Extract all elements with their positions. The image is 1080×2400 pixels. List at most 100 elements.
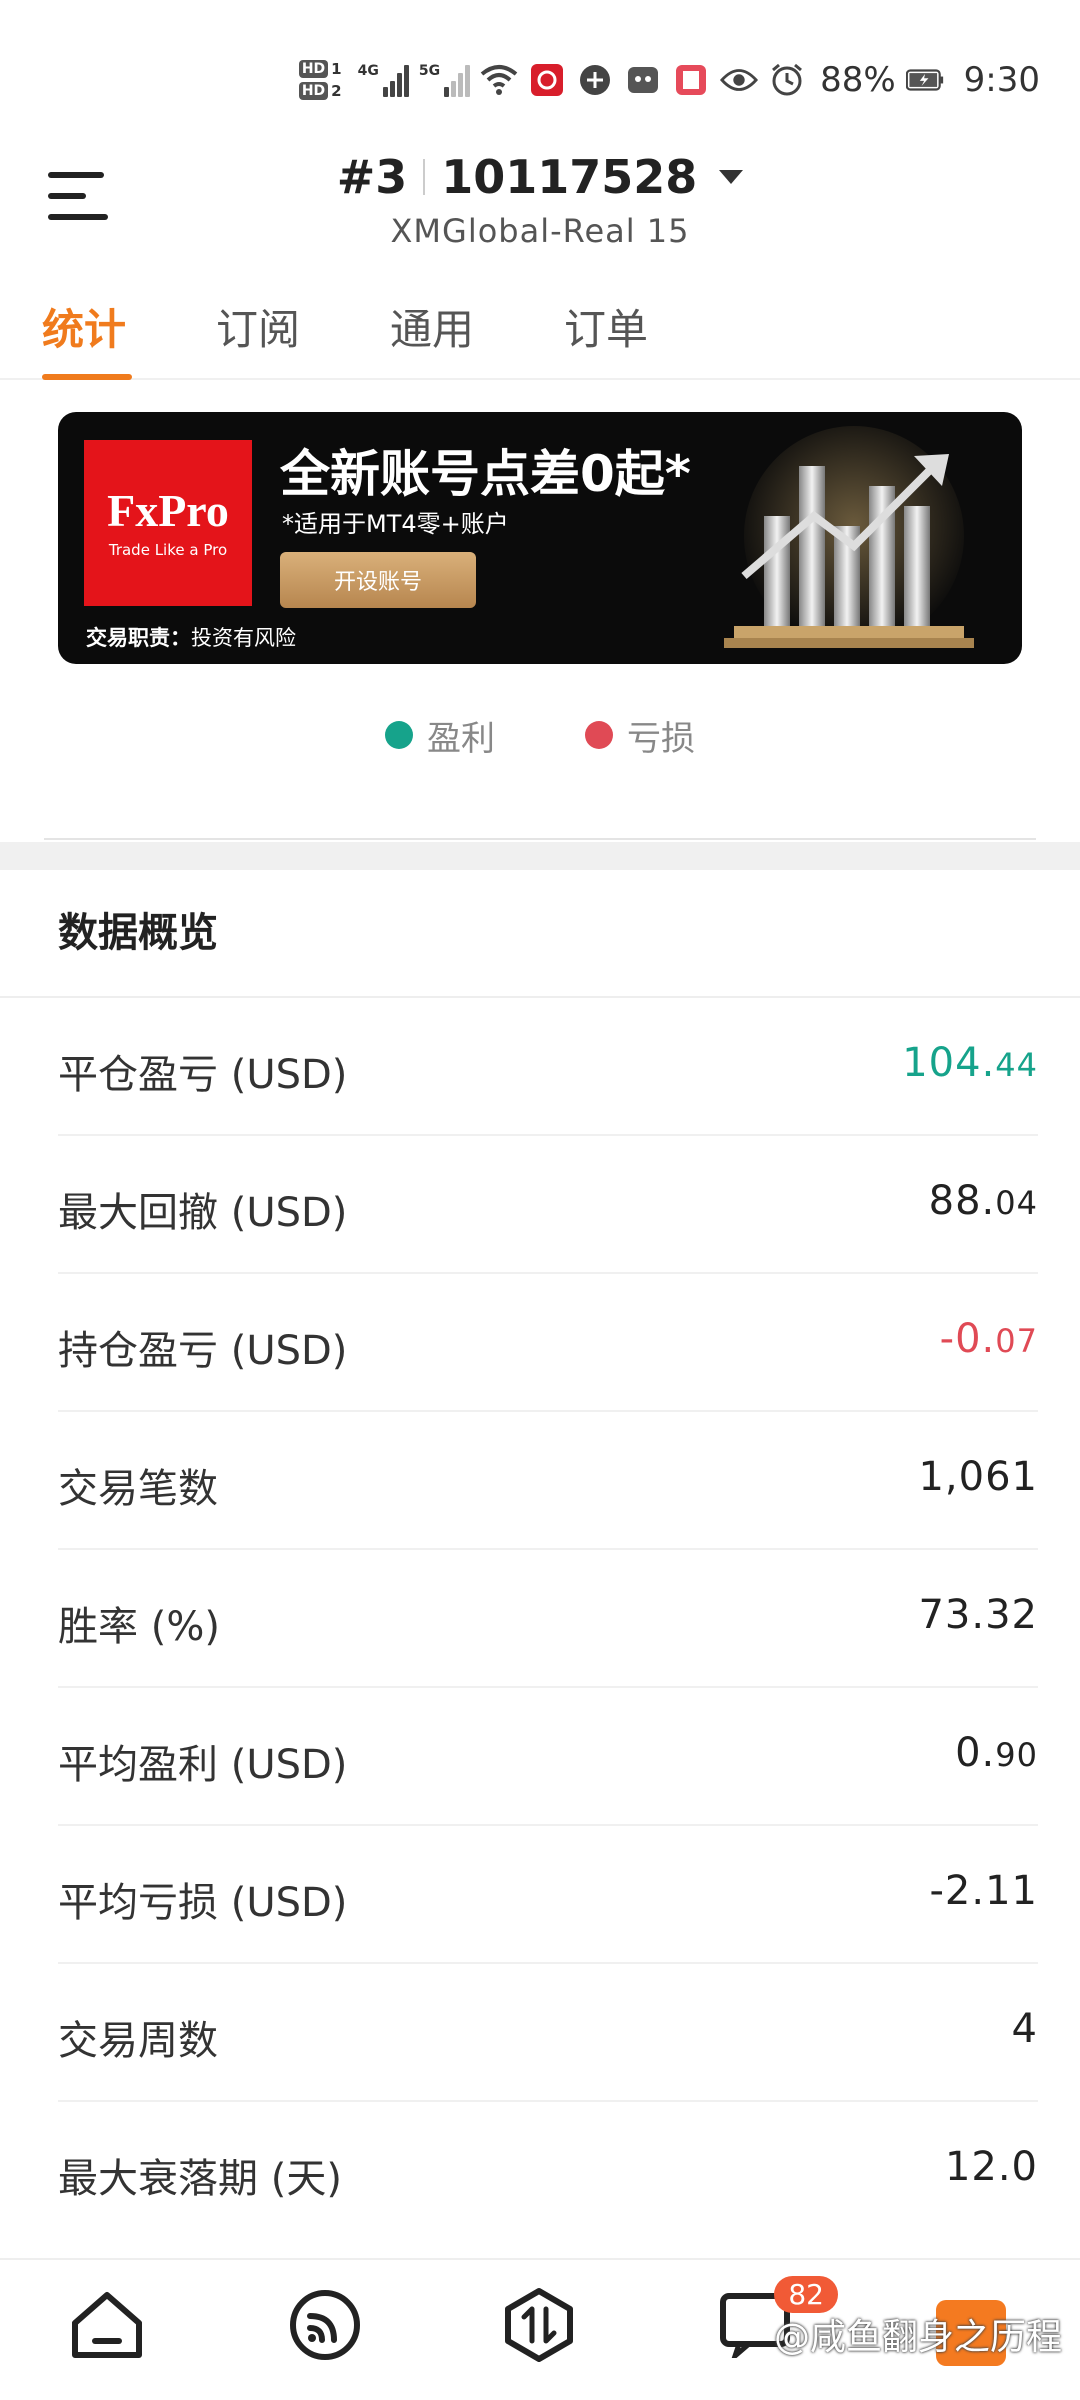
open-account-button[interactable]: 开设账号: [280, 552, 476, 608]
stat-value: -0.07: [940, 1316, 1038, 1362]
stat-row-win-rate: 胜率 (%) 73.32: [58, 1550, 1038, 1688]
hd1-label: HD: [298, 60, 329, 78]
net1-label: 4G: [357, 63, 379, 79]
stat-row-max-decline-period: 最大衰落期 (天) 12.0: [58, 2102, 1038, 2240]
app-notification-icon: [624, 61, 662, 99]
stat-value-main: 104.: [902, 1040, 996, 1086]
legend-loss[interactable]: 亏损: [585, 700, 695, 770]
stat-label: 最大回撤 (USD): [58, 1190, 348, 1236]
stat-value: 4: [1012, 2006, 1038, 2052]
brand-tagline: Trade Like a Pro: [108, 541, 228, 559]
hd2-label: HD: [298, 82, 329, 100]
stat-value-main: 1,061: [918, 1454, 1038, 1500]
account-separator: [423, 159, 426, 195]
stat-row-max-drawdown: 最大回撤 (USD) 88.04: [58, 1136, 1038, 1274]
tab-bar: 统计 订阅 通用 订单: [0, 290, 1080, 380]
stat-value-decimals: 07: [995, 1322, 1038, 1360]
stat-label: 交易笔数: [58, 1466, 218, 1512]
account-dropdown[interactable]: #3 10117528: [337, 150, 744, 204]
legend-profit-label: 盈利: [427, 718, 495, 759]
banner-subtitle: *适用于MT4零+账户: [282, 510, 509, 538]
stat-value-main: 0.: [955, 1730, 996, 1776]
status-bar: HD 1 HD 2 4G 5G 88% 9:30: [0, 0, 1080, 150]
banner-risk-note: 交易职责：投资有风险: [86, 622, 296, 652]
stat-value-decimals: 04: [995, 1184, 1038, 1222]
hd1-number: 1: [331, 60, 342, 78]
account-index: #3: [336, 150, 408, 204]
stat-row-open-pnl: 持仓盈亏 (USD) -0.07: [58, 1274, 1038, 1412]
tab-orders[interactable]: 订单: [564, 296, 648, 357]
stat-value-main: 4: [1011, 2006, 1038, 2052]
tab-general[interactable]: 通用: [390, 296, 474, 357]
app-notification-icon: [528, 61, 566, 99]
stat-value: 0.90: [955, 1730, 1038, 1776]
app-notification-icon: [576, 61, 614, 99]
watermark-text: @咸鱼翻身之历程: [773, 2317, 1062, 2358]
active-tab-indicator: [42, 374, 132, 380]
stat-label: 交易周数: [58, 2018, 218, 2064]
fxpro-logo: FxPro Trade Like a Pro: [84, 440, 252, 606]
hd2-number: 2: [331, 82, 342, 100]
net2-label: 5G: [418, 63, 441, 79]
battery-charging-icon: [905, 61, 944, 99]
feed-icon: [290, 2290, 360, 2360]
stat-value-main: 88.: [928, 1178, 996, 1224]
stat-value-main: 12.0: [944, 2144, 1038, 2190]
nav-home-icon[interactable]: [64, 2282, 150, 2368]
signal-4g-icon: 4G: [358, 63, 409, 97]
banner-title: 全新账号点差0起*: [280, 445, 691, 503]
bar-chart-illustration-icon: [724, 426, 974, 648]
account-number: 10117528: [441, 150, 698, 204]
stat-value: -2.11: [930, 1868, 1039, 1914]
stat-value: 12.0: [945, 2144, 1038, 2190]
eye-icon: [720, 61, 759, 99]
tab-subscriptions[interactable]: 订阅: [216, 296, 300, 357]
clock-time: 9:30: [963, 60, 1040, 100]
stat-label: 平均亏损 (USD): [58, 1880, 348, 1926]
stat-label: 平均盈利 (USD): [58, 1742, 348, 1788]
chevron-down-icon: [719, 170, 744, 184]
signal-5g-icon: 5G: [418, 63, 471, 97]
home-icon: [72, 2292, 142, 2358]
stat-row-avg-loss: 平均亏损 (USD) -2.11: [58, 1826, 1038, 1964]
overview-title: 数据概览: [58, 910, 218, 956]
stat-value: 73.32: [918, 1592, 1038, 1638]
risk-label: 交易职责：: [86, 626, 191, 650]
stat-label: 平仓盈亏 (USD): [58, 1052, 348, 1098]
battery-percent: 88%: [820, 60, 896, 100]
stat-row-trade-count: 交易笔数 1,061: [58, 1412, 1038, 1550]
account-server: XMGlobal-Real 15: [390, 212, 690, 250]
stat-row-closed-pnl: 平仓盈亏 (USD) 104.44: [58, 998, 1038, 1136]
stat-value-main: 73.32: [918, 1592, 1038, 1638]
nav-feed-icon[interactable]: [282, 2282, 368, 2368]
stat-value: 104.44: [902, 1040, 1038, 1086]
chart-baseline: [44, 838, 1036, 840]
stat-value: 1,061: [918, 1454, 1038, 1500]
brand-name: FxPro: [107, 485, 229, 536]
section-gap: [0, 842, 1080, 870]
app-header: #3 10117528 XMGlobal-Real 15: [0, 150, 1080, 260]
trade-icon: [505, 2288, 573, 2362]
stat-value-decimals: 44: [995, 1046, 1038, 1084]
promo-banner[interactable]: FxPro Trade Like a Pro 全新账号点差0起* *适用于MT4…: [58, 412, 1022, 664]
stat-value-decimals: 90: [995, 1736, 1038, 1774]
wifi-icon: [480, 61, 518, 99]
hd-indicator: HD 1 HD 2: [298, 60, 342, 100]
nav-trade-icon[interactable]: [496, 2282, 582, 2368]
loss-dot-icon: [585, 721, 613, 749]
overview-list: 平仓盈亏 (USD) 104.44 最大回撤 (USD) 88.04 持仓盈亏 …: [0, 998, 1080, 2240]
stat-value-main: -0.: [939, 1316, 996, 1362]
account-selector: #3 10117528 XMGlobal-Real 15: [0, 150, 1080, 250]
risk-text: 投资有风险: [191, 626, 296, 650]
chart-legend: 盈利 亏损: [0, 700, 1080, 770]
stat-label: 胜率 (%): [58, 1604, 220, 1650]
alarm-icon: [768, 61, 806, 99]
stat-value-main: -2.11: [929, 1868, 1038, 1914]
tab-statistics[interactable]: 统计: [42, 296, 126, 357]
stat-row-trading-weeks: 交易周数 4: [58, 1964, 1038, 2102]
legend-profit[interactable]: 盈利: [385, 700, 495, 770]
stat-row-avg-profit: 平均盈利 (USD) 0.90: [58, 1688, 1038, 1826]
stat-value: 88.04: [929, 1178, 1038, 1224]
stat-label: 最大衰落期 (天): [58, 2156, 342, 2202]
legend-loss-label: 亏损: [627, 718, 695, 759]
